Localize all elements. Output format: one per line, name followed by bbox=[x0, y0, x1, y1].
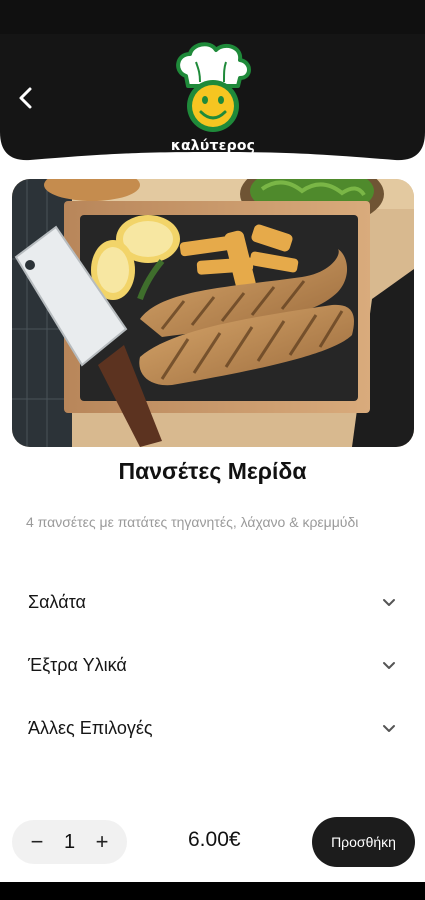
header: καλύτερος bbox=[0, 34, 425, 166]
option-label: Σαλάτα bbox=[28, 591, 86, 612]
product-screen: καλύτερος Πανσέτες Μερίδα 4 πανσέτες με … bbox=[0, 0, 425, 900]
chevron-left-icon bbox=[19, 87, 32, 109]
system-nav-bar bbox=[0, 882, 425, 900]
increase-quantity-button[interactable]: + bbox=[91, 831, 113, 853]
brand-logo: καλύτερος bbox=[170, 42, 256, 158]
option-label: Έξτρα Υλικά bbox=[28, 654, 127, 675]
product-image bbox=[12, 179, 414, 447]
chevron-down-icon bbox=[383, 599, 395, 606]
back-button[interactable] bbox=[6, 78, 46, 118]
option-salad[interactable]: Σαλάτα bbox=[16, 580, 409, 624]
chevron-down-icon bbox=[383, 725, 395, 732]
status-bar bbox=[0, 0, 425, 34]
chef-mascot-icon bbox=[176, 42, 251, 132]
logo-text: καλύτερος bbox=[170, 138, 256, 154]
chevron-down-icon bbox=[383, 662, 395, 669]
add-to-cart-button[interactable]: Προσθήκη bbox=[312, 817, 415, 867]
option-label: Άλλες Επιλογές bbox=[28, 717, 153, 738]
quantity-value: 1 bbox=[63, 830, 76, 853]
quantity-stepper: − 1 + bbox=[12, 820, 127, 864]
decrease-quantity-button[interactable]: − bbox=[26, 831, 48, 853]
food-photo bbox=[12, 179, 414, 447]
option-extra-ingredients[interactable]: Έξτρα Υλικά bbox=[16, 643, 409, 687]
product-description: 4 πανσέτες με πατάτες τηγανητές, λάχανο … bbox=[26, 514, 359, 530]
option-other-choices[interactable]: Άλλες Επιλογές bbox=[16, 706, 409, 750]
total-price: 6.00€ bbox=[188, 828, 241, 851]
product-title: Πανσέτες Μερίδα bbox=[118, 458, 307, 484]
cart-bar: − 1 + 6.00€ Προσθήκη bbox=[0, 814, 425, 876]
